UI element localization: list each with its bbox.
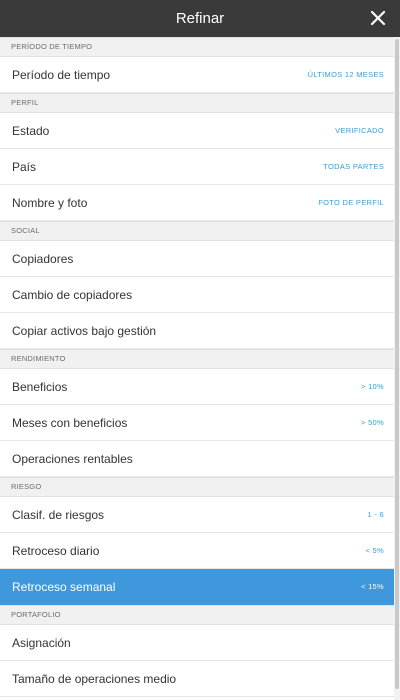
section-header-portafolio: PORTAFOLIO: [0, 605, 394, 625]
panel-title: Refinar: [175, 10, 225, 27]
row-nombre-y-foto[interactable]: Nombre y foto FOTO DE PERFIL: [0, 185, 394, 221]
section-header-rendimiento: RENDIMIENTO: [0, 349, 394, 369]
row-asignacion[interactable]: Asignación: [0, 625, 394, 661]
row-copiadores[interactable]: Copiadores: [0, 241, 394, 277]
section-header-perfil: PERFIL: [0, 93, 394, 113]
row-cambio-de-copiadores[interactable]: Cambio de copiadores: [0, 277, 394, 313]
refine-panel: Refinar PERÍODO DE TIEMPO Período de tie…: [0, 0, 400, 700]
section-header-periodo: PERÍODO DE TIEMPO: [0, 37, 394, 57]
row-periodo-de-tiempo[interactable]: Período de tiempo ÚLTIMOS 12 MESES: [0, 57, 394, 93]
row-label: Copiadores: [12, 251, 74, 266]
scrollbar-thumb[interactable]: [395, 39, 399, 689]
row-label: Asignación: [12, 635, 71, 650]
filter-list: PERÍODO DE TIEMPO Período de tiempo ÚLTI…: [0, 37, 395, 700]
row-label: Tamaño de operaciones medio: [12, 671, 177, 686]
row-label: Clasif. de riesgos: [12, 507, 105, 522]
row-value: 1 - 6: [367, 510, 384, 519]
row-label: Estado: [12, 123, 50, 138]
row-label: Beneficios: [12, 379, 68, 394]
row-value: < 5%: [365, 546, 384, 555]
row-label: Operaciones rentables: [12, 451, 133, 466]
row-label: Meses con beneficios: [12, 415, 128, 430]
scrollbar[interactable]: [394, 37, 400, 700]
row-value: > 50%: [361, 418, 384, 427]
row-label: País: [12, 159, 37, 174]
row-beneficios[interactable]: Beneficios > 10%: [0, 369, 394, 405]
row-label: Retroceso diario: [12, 543, 100, 558]
row-label: Copiar activos bajo gestión: [12, 323, 157, 338]
row-value: TODAS PARTES: [323, 162, 384, 171]
section-header-riesgo: RIESGO: [0, 477, 394, 497]
row-value: FOTO DE PERFIL: [318, 198, 384, 207]
close-icon[interactable]: [368, 8, 388, 28]
row-label: Retroceso semanal: [12, 579, 116, 594]
row-value: > 10%: [361, 382, 384, 391]
panel-header: Refinar: [0, 0, 400, 38]
row-retroceso-semanal[interactable]: Retroceso semanal < 15%: [0, 569, 394, 605]
row-label: Período de tiempo: [12, 67, 111, 82]
row-retroceso-diario[interactable]: Retroceso diario < 5%: [0, 533, 394, 569]
row-tamano-operaciones-medio[interactable]: Tamaño de operaciones medio: [0, 661, 394, 697]
row-label: Cambio de copiadores: [12, 287, 133, 302]
row-value: < 15%: [361, 582, 384, 591]
row-label: Nombre y foto: [12, 195, 88, 210]
row-pais[interactable]: País TODAS PARTES: [0, 149, 394, 185]
row-value: VERIFICADO: [335, 126, 384, 135]
row-operaciones-rentables[interactable]: Operaciones rentables: [0, 441, 394, 477]
row-value: ÚLTIMOS 12 MESES: [307, 70, 384, 79]
row-copiar-activos[interactable]: Copiar activos bajo gestión: [0, 313, 394, 349]
row-meses-con-beneficios[interactable]: Meses con beneficios > 50%: [0, 405, 394, 441]
row-clasif-de-riesgos[interactable]: Clasif. de riesgos 1 - 6: [0, 497, 394, 533]
section-header-social: SOCIAL: [0, 221, 394, 241]
row-estado[interactable]: Estado VERIFICADO: [0, 113, 394, 149]
